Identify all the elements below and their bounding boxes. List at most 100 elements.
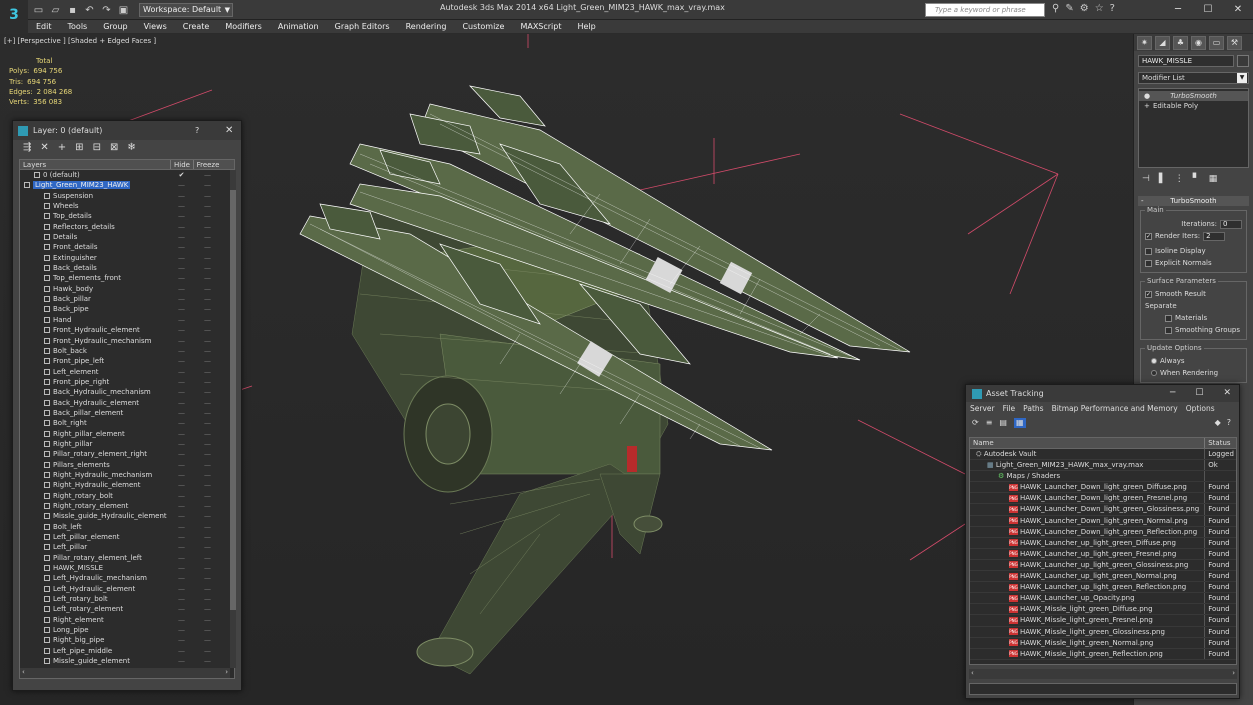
layer-row[interactable]: Front_details — — (20, 242, 234, 252)
hide-toggle[interactable]: — (170, 522, 193, 532)
hide-toggle[interactable]: — (170, 398, 193, 408)
freeze-toggle[interactable]: — (193, 646, 222, 656)
freeze-toggle[interactable]: — (193, 273, 222, 283)
asset-horizontal-scrollbar[interactable]: ‹ › (969, 669, 1237, 679)
layer-row[interactable]: HAWK_MISSLE — — (20, 563, 234, 573)
asset-row[interactable]: PNG HAWK_Launcher_up_Opacity.png Found (970, 593, 1236, 605)
app-logo[interactable]: 3 (0, 0, 28, 34)
layer-row[interactable]: Missle_guide_element — — (20, 656, 234, 666)
freeze-toggle[interactable]: — (193, 356, 222, 366)
hide-toggle[interactable]: — (170, 511, 193, 521)
freeze-toggle[interactable]: — (193, 656, 222, 666)
asset-row[interactable]: ⛭ Autodesk Vault Logged (970, 449, 1236, 461)
scroll-left-icon[interactable]: ‹ (22, 668, 25, 676)
hide-toggle[interactable]: — (170, 542, 193, 552)
scroll-right-icon[interactable]: › (1232, 669, 1235, 677)
always-radio[interactable] (1151, 358, 1157, 364)
hide-toggle[interactable]: — (170, 304, 193, 314)
layer-row[interactable]: Left_pillar — — (20, 542, 234, 552)
select-objects-icon[interactable]: ⊞ (75, 142, 83, 155)
asset-row[interactable]: PNG HAWK_Missle_light_green_Diffuse.png Fo… (970, 604, 1236, 616)
column-name[interactable]: Name (970, 438, 1204, 448)
freeze-toggle[interactable]: — (193, 242, 222, 252)
layer-row[interactable]: Right_rotary_element — — (20, 501, 234, 511)
freeze-toggle[interactable]: — (193, 191, 222, 201)
show-end-result-icon[interactable]: ▌ (1159, 174, 1166, 184)
hide-toggle[interactable]: — (170, 573, 193, 583)
menu-customize[interactable]: Customize (454, 20, 512, 33)
asset-row[interactable]: PNG HAWK_Launcher_up_light_green_Glossine… (970, 559, 1236, 572)
light-bulb-icon[interactable]: ● (1144, 91, 1150, 101)
freeze-toggle[interactable]: — (193, 511, 222, 521)
hide-toggle[interactable]: — (170, 584, 193, 594)
layer-row[interactable]: Pillars_elements — — (20, 460, 234, 470)
project-folder-icon[interactable]: ▣ (117, 4, 130, 17)
menu-group[interactable]: Group (95, 20, 135, 33)
table-view-icon[interactable]: ▦ (1013, 418, 1026, 428)
menu-tools[interactable]: Tools (60, 20, 96, 33)
smooth-result-checkbox[interactable]: ✓ (1145, 290, 1152, 298)
hide-toggle[interactable]: — (170, 367, 193, 377)
utilities-tab-icon[interactable]: ⚒ (1227, 36, 1242, 50)
freeze-toggle[interactable]: — (193, 180, 222, 190)
menu-edit[interactable]: Edit (28, 20, 60, 33)
hide-toggle[interactable]: — (170, 284, 193, 294)
asset-menu-bitmap-performance-and-memory[interactable]: Bitmap Performance and Memory (1048, 402, 1182, 416)
freeze-toggle[interactable]: — (193, 563, 222, 573)
hide-toggle[interactable]: — (170, 180, 193, 190)
object-color-swatch[interactable] (1237, 55, 1249, 67)
layer-row[interactable]: Right_big_pipe — — (20, 635, 234, 645)
layer-row[interactable]: Left_rotary_bolt — — (20, 594, 234, 604)
hide-toggle[interactable]: — (170, 635, 193, 645)
stack-item-turbosmooth[interactable]: ● TurboSmooth (1139, 91, 1248, 101)
layer-row[interactable]: Back_pillar_element — — (20, 408, 234, 418)
hide-toggle[interactable]: — (170, 449, 193, 459)
asset-row[interactable]: PNG HAWK_Launcher_up_light_green_Diffuse.… (970, 537, 1236, 549)
open-file-icon[interactable]: ▱ (49, 4, 62, 17)
asset-row[interactable]: PNG HAWK_Launcher_Down_light_green_Diffus… (970, 482, 1236, 494)
hide-all-icon[interactable]: ⊠ (110, 142, 118, 155)
freeze-toggle[interactable]: — (193, 315, 222, 325)
column-layers[interactable]: Layers (20, 160, 170, 169)
column-freeze[interactable]: Freeze (193, 160, 222, 169)
layer-row[interactable]: Left_rotary_element — — (20, 604, 234, 614)
layer-row[interactable]: Left_element — — (20, 367, 234, 377)
iterations-spinner[interactable]: 0 (1220, 219, 1242, 229)
freeze-toggle[interactable]: — (193, 542, 222, 552)
asset-row[interactable]: PNG HAWK_Missle_light_green_Fresnel.png Fo… (970, 615, 1236, 627)
display-tab-icon[interactable]: ▭ (1209, 36, 1224, 50)
materials-checkbox[interactable] (1165, 314, 1172, 322)
create-tab-icon[interactable]: ✷ (1137, 36, 1152, 50)
hide-toggle[interactable]: — (170, 315, 193, 325)
asset-row[interactable]: PNG HAWK_Launcher_Down_light_green_Reflec… (970, 526, 1236, 538)
configure-sets-icon[interactable]: ▦ (1209, 174, 1218, 184)
layer-row[interactable]: Back_pillar — — (20, 294, 234, 304)
layer-row[interactable]: Right_Hydraulic_element — — (20, 480, 234, 490)
hide-toggle[interactable]: — (170, 615, 193, 625)
layer-row[interactable]: Right_rotary_bolt — — (20, 491, 234, 501)
layer-row[interactable]: Left_pipe_middle — — (20, 646, 234, 656)
hide-toggle[interactable]: — (170, 439, 193, 449)
explicit-normals-checkbox[interactable] (1145, 259, 1152, 267)
scroll-thumb[interactable] (230, 190, 236, 610)
isoline-checkbox[interactable] (1145, 247, 1152, 255)
freeze-toggle[interactable]: — (193, 304, 222, 314)
expand-icon[interactable]: + (1144, 101, 1150, 111)
layer-row[interactable]: Bolt_right — — (20, 418, 234, 428)
layer-row[interactable]: Top_details — — (20, 211, 234, 221)
search-input[interactable]: Type a keyword or phrase (925, 3, 1045, 17)
freeze-toggle[interactable]: — (193, 584, 222, 594)
hide-toggle[interactable]: — (170, 563, 193, 573)
freeze-toggle[interactable]: — (193, 336, 222, 346)
layer-row[interactable]: Front_pipe_right — — (20, 377, 234, 387)
hide-toggle[interactable]: — (170, 191, 193, 201)
menu-views[interactable]: Views (136, 20, 175, 33)
layer-row[interactable]: Back_details — — (20, 263, 234, 273)
close-icon[interactable]: ✕ (1223, 385, 1231, 402)
freeze-toggle[interactable]: — (193, 449, 222, 459)
detail-view-icon[interactable]: ▤ (999, 418, 1007, 428)
freeze-toggle[interactable]: — (193, 418, 222, 428)
freeze-toggle[interactable]: — (193, 222, 222, 232)
remove-modifier-icon[interactable]: ▘ (1193, 174, 1200, 184)
layer-row[interactable]: Bolt_back — — (20, 346, 234, 356)
